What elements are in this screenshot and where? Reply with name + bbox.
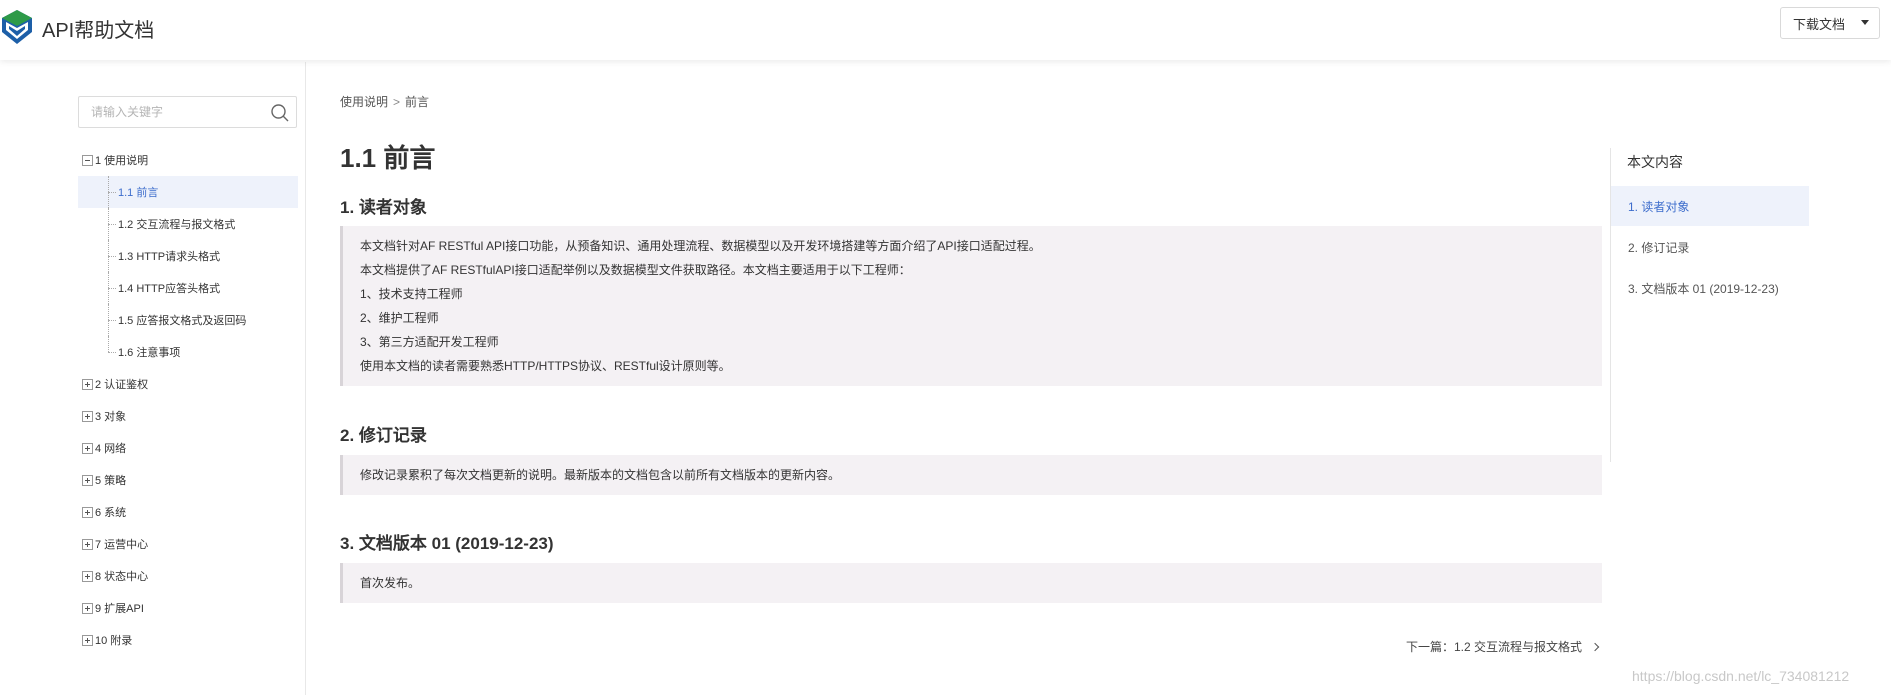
tree-node-label: 7 运营中心 [95, 539, 149, 551]
toc-item-label: 3. 文档版本 01 (2019-12-23) [1628, 281, 1779, 296]
section-heading-revisions: 2. 修订记录 [340, 426, 427, 445]
tree-leaf-http-response-header[interactable]: 1.4 HTTP应答头格式 [78, 272, 298, 304]
expand-icon[interactable] [82, 474, 93, 486]
page-title: 1.1 前言 [340, 143, 436, 173]
revisions-block: 修改记录累积了每次文档更新的说明。最新版本的文档包含以前所有文档版本的更新内容。 [340, 455, 1602, 495]
tree-node-operations[interactable]: 7 运营中心 [78, 528, 298, 560]
tree-leaf-label: 1.1 前言 [118, 187, 159, 199]
search-icon[interactable] [270, 103, 290, 123]
expand-icon[interactable] [82, 634, 93, 646]
tree-connector [108, 320, 116, 321]
tree-node-label: 4 网络 [95, 443, 127, 455]
tree-node-policy[interactable]: 5 策略 [78, 464, 298, 496]
paragraph: 本文档针对AF RESTful API接口功能，从预备知识、通用处理流程、数据模… [360, 239, 1041, 253]
tree-node-status[interactable]: 8 状态中心 [78, 560, 298, 592]
next-page-label: 下一篇：1.2 交互流程与报文格式 [1406, 640, 1583, 654]
tree-leaf-response-format[interactable]: 1.5 应答报文格式及返回码 [78, 304, 298, 336]
tree-connector [108, 352, 116, 353]
expand-icon[interactable] [82, 538, 93, 550]
sidebar: 1 使用说明 1.1 前言 1.2 交互流程与报文格式 1.3 HTTP请求头格… [0, 62, 306, 695]
expand-icon[interactable] [82, 602, 93, 614]
toc-item-label: 2. 修订记录 [1628, 240, 1690, 255]
collapse-icon[interactable] [82, 154, 93, 166]
tree-connector [108, 336, 109, 352]
breadcrumb-separator: > [393, 95, 401, 109]
top-header: API帮助文档 下载文档 [0, 0, 1891, 60]
download-docs-label: 下载文档 [1793, 16, 1846, 32]
paragraph: 修改记录累积了每次文档更新的说明。最新版本的文档包含以前所有文档版本的更新内容。 [360, 468, 841, 482]
paragraph: 3、第三方适配开发工程师 [360, 335, 499, 349]
tree-leaf-label: 1.6 注意事项 [118, 347, 181, 359]
version-block: 首次发布。 [340, 563, 1602, 603]
tree-node-auth[interactable]: 2 认证鉴权 [78, 368, 298, 400]
tree-node-label: 6 系统 [95, 507, 127, 519]
paragraph: 本文档提供了AF RESTfulAPI接口适配举例以及数据模型文件获取路径。本文… [360, 263, 911, 277]
tree-node-label: 5 策略 [95, 475, 127, 487]
tree-connector [108, 288, 116, 289]
tree-connector [108, 256, 116, 257]
tree-connector [108, 192, 116, 193]
app-title: API帮助文档 [42, 20, 155, 42]
table-of-contents: 本文内容 1. 读者对象 2. 修订记录 3. 文档版本 01 (2019-12… [1610, 148, 1810, 462]
tree-node-label: 1 使用说明 [95, 155, 149, 167]
toc-item-readers[interactable]: 1. 读者对象 [1611, 186, 1809, 226]
doc-tree: 1 使用说明 1.1 前言 1.2 交互流程与报文格式 1.3 HTTP请求头格… [78, 144, 298, 656]
expand-icon[interactable] [82, 378, 93, 390]
expand-icon[interactable] [82, 442, 93, 454]
tree-node-objects[interactable]: 3 对象 [78, 400, 298, 432]
expand-icon[interactable] [82, 506, 93, 518]
section-heading-readers: 1. 读者对象 [340, 198, 427, 217]
download-docs-button[interactable]: 下载文档 [1780, 7, 1880, 39]
tree-leaf-http-request-header[interactable]: 1.3 HTTP请求头格式 [78, 240, 298, 272]
tree-node-network[interactable]: 4 网络 [78, 432, 298, 464]
tree-node-label: 10 附录 [95, 635, 133, 647]
tree-node-label: 8 状态中心 [95, 571, 149, 583]
expand-icon[interactable] [82, 570, 93, 582]
expand-icon[interactable] [82, 410, 93, 422]
tree-node-label: 9 扩展API [95, 603, 144, 615]
readers-block: 本文档针对AF RESTful API接口功能，从预备知识、通用处理流程、数据模… [340, 226, 1602, 386]
toc-item-version[interactable]: 3. 文档版本 01 (2019-12-23) [1611, 268, 1809, 308]
breadcrumb-parent[interactable]: 使用说明 [340, 95, 388, 109]
tree-node-label: 2 认证鉴权 [95, 379, 149, 391]
tree-node-appendix[interactable]: 10 附录 [78, 624, 298, 656]
caret-down-icon [1861, 20, 1869, 25]
breadcrumb: 使用说明 > 前言 [340, 93, 429, 110]
tree-connector [108, 224, 116, 225]
tree-leaf-preface[interactable]: 1.1 前言 [78, 176, 298, 208]
paragraph: 2、维护工程师 [360, 311, 439, 325]
paragraph: 使用本文档的读者需要熟悉HTTP/HTTPS协议、RESTful设计原则等。 [360, 359, 731, 373]
tree-leaf-notes[interactable]: 1.6 注意事项 [78, 336, 298, 368]
search-input[interactable] [79, 97, 264, 127]
paragraph: 首次发布。 [360, 576, 421, 590]
tree-node-extension-api[interactable]: 9 扩展API [78, 592, 298, 624]
tree-node-system[interactable]: 6 系统 [78, 496, 298, 528]
tree-leaf-label: 1.2 交互流程与报文格式 [118, 219, 236, 231]
section-heading-version: 3. 文档版本 01 (2019-12-23) [340, 534, 554, 553]
toc-title: 本文内容 [1627, 154, 1683, 170]
search-box [78, 96, 297, 128]
tree-leaf-label: 1.4 HTTP应答头格式 [118, 283, 221, 295]
breadcrumb-current: 前言 [405, 95, 430, 109]
tree-node-usage[interactable]: 1 使用说明 [78, 144, 298, 176]
toc-item-label: 1. 读者对象 [1628, 199, 1690, 214]
tree-node-label: 3 对象 [95, 411, 127, 423]
tree-leaf-label: 1.5 应答报文格式及返回码 [118, 315, 247, 327]
watermark: https://blog.csdn.net/lc_734081212 [1632, 668, 1850, 684]
paragraph: 1、技术支持工程师 [360, 287, 463, 301]
next-page-link[interactable]: 下一篇：1.2 交互流程与报文格式 [1406, 638, 1600, 655]
app-logo-icon [2, 10, 32, 44]
toc-item-revisions[interactable]: 2. 修订记录 [1611, 227, 1809, 267]
tree-leaf-interaction-flow[interactable]: 1.2 交互流程与报文格式 [78, 208, 298, 240]
chevron-right-icon [1590, 642, 1600, 652]
tree-leaf-label: 1.3 HTTP请求头格式 [118, 251, 221, 263]
